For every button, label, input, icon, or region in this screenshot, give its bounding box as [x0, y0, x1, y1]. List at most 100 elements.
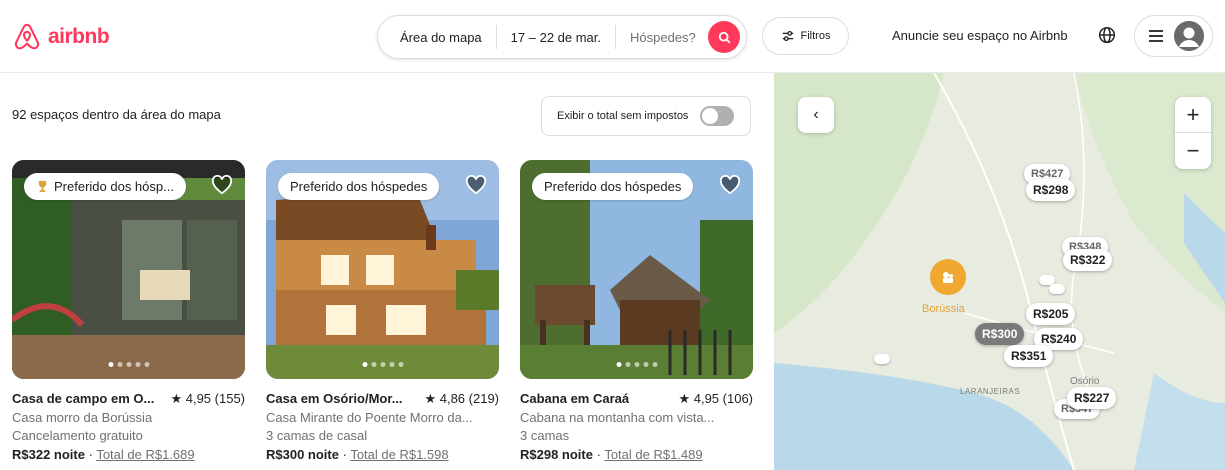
price-pin[interactable]: R$205	[1026, 303, 1076, 325]
place-label: Osório	[1070, 376, 1100, 387]
heart-icon[interactable]	[719, 175, 741, 195]
pagination-dot[interactable]	[652, 362, 657, 367]
nightly-price: R$300 noite	[266, 447, 339, 462]
price-pin[interactable]: R$322	[1063, 249, 1113, 271]
pagination-dot[interactable]	[371, 362, 376, 367]
total-price-link[interactable]: Total de R$1.598	[350, 447, 448, 462]
price-separator: ·	[338, 447, 351, 462]
listing-title[interactable]: Casa de campo em O...	[12, 391, 154, 407]
pagination-dot[interactable]	[398, 362, 403, 367]
listing-photo[interactable]: Preferido dos hóspedes	[520, 160, 753, 379]
logo-text: airbnb	[48, 25, 110, 48]
chevron-left-icon: ‹	[813, 106, 819, 123]
menu-icon	[1149, 30, 1163, 42]
listing-card[interactable]: Preferido dos hósp... Casa de campo em O…	[12, 160, 245, 462]
pagination-dot[interactable]	[643, 362, 648, 367]
price-pin[interactable]: R$227	[1067, 387, 1117, 409]
trophy-icon	[38, 180, 47, 193]
map-cluster-marker[interactable]	[874, 354, 890, 364]
map-zoom-controls: + −	[1175, 97, 1211, 169]
nightly-price: R$298 noite	[520, 447, 593, 462]
airbnb-logo[interactable]: airbnb	[12, 22, 110, 52]
map-collapse-button[interactable]: ‹	[798, 97, 834, 133]
listing-price: R$300 noite · Total de R$1.598	[266, 447, 499, 462]
filters-button[interactable]: Filtros	[762, 17, 849, 55]
listing-subtitle: Cabana na montanha com vista...	[520, 410, 715, 425]
price-separator: ·	[592, 447, 605, 462]
poi-marker-icon[interactable]	[930, 259, 966, 295]
listing-photo[interactable]: Preferido dos hóspedes	[266, 160, 499, 379]
listing-rating: ★ 4,95 (106)	[678, 391, 753, 406]
price-pin[interactable]: R$298	[1026, 179, 1076, 201]
search-submit-button[interactable]	[708, 21, 740, 53]
badge-label: Preferido dos hóspedes	[290, 179, 428, 194]
listing-detail: 3 camas de casal	[266, 428, 368, 443]
photo-pagination	[362, 362, 403, 367]
listing-subtitle: Casa Mirante do Poente Morro da...	[266, 410, 473, 425]
guest-favorite-badge: Preferido dos hóspedes	[532, 173, 694, 200]
pagination-dot[interactable]	[126, 362, 131, 367]
listing-price: R$298 noite · Total de R$1.489	[520, 447, 753, 462]
search-area-button[interactable]: Área do mapa	[378, 25, 496, 49]
total-price-link[interactable]: Total de R$1.689	[96, 447, 194, 462]
tax-toggle-switch[interactable]	[700, 106, 735, 126]
pagination-dot[interactable]	[135, 362, 140, 367]
guest-favorite-badge: Preferido dos hóspedes	[278, 173, 440, 200]
guest-favorite-badge: Preferido dos hósp...	[24, 173, 186, 200]
place-label: LARANJEIRAS	[960, 387, 1021, 396]
sliders-icon	[782, 30, 793, 42]
host-link[interactable]: Anuncie seu espaço no Airbnb	[892, 28, 1068, 43]
pagination-dot[interactable]	[362, 362, 367, 367]
pagination-dot[interactable]	[625, 362, 630, 367]
listing-title[interactable]: Casa em Osório/Mor...	[266, 391, 403, 407]
listing-price: R$322 noite · Total de R$1.689	[12, 447, 245, 462]
airbnb-logo-icon	[14, 23, 40, 50]
photo-pagination	[108, 362, 149, 367]
tax-toggle-label: Exibir o total sem impostos	[557, 110, 689, 122]
listing-photo[interactable]: Preferido dos hósp...	[12, 160, 245, 379]
price-pin[interactable]: R$351	[1004, 345, 1054, 367]
listing-card[interactable]: Preferido dos hóspedes Casa em Osório/Mo…	[266, 160, 499, 462]
total-price-link[interactable]: Total de R$1.489	[604, 447, 702, 462]
price-pin-selected[interactable]: R$300	[975, 323, 1025, 345]
listing-detail: Cancelamento gratuito	[12, 428, 143, 443]
map-panel[interactable]: ‹ + − Borússia LARANJEIRAS Osório R$427 …	[774, 73, 1225, 470]
price-separator: ·	[84, 447, 97, 462]
zoom-out-button[interactable]: −	[1175, 133, 1211, 169]
heart-icon[interactable]	[211, 175, 233, 195]
pagination-dot[interactable]	[108, 362, 113, 367]
results-count: 92 espaços dentro da área do mapa	[12, 107, 221, 122]
listing-card[interactable]: Preferido dos hóspedes Cabana em Caraá ★…	[520, 160, 753, 462]
listing-rating: ★ 4,95 (155)	[170, 391, 245, 406]
globe-icon[interactable]	[1098, 26, 1116, 44]
listing-subtitle: Casa morro da Borússia	[12, 410, 153, 425]
listing-detail: 3 camas	[520, 428, 570, 443]
search-guests-button[interactable]: Hóspedes?	[616, 25, 706, 49]
heart-icon[interactable]	[465, 175, 487, 195]
pagination-dot[interactable]	[117, 362, 122, 367]
user-icon	[1174, 21, 1204, 51]
badge-label: Preferido dos hóspedes	[544, 179, 682, 194]
pagination-dot[interactable]	[389, 362, 394, 367]
poi-label: Borússia	[922, 303, 965, 315]
search-icon	[718, 31, 730, 43]
search-dates-button[interactable]: 17 – 22 de mar.	[497, 25, 615, 49]
filters-label: Filtros	[800, 30, 831, 42]
photo-pagination	[616, 362, 657, 367]
tax-toggle[interactable]: Exibir o total sem impostos	[541, 96, 751, 136]
avatar	[1174, 21, 1204, 51]
badge-label: Preferido dos hósp...	[54, 179, 174, 194]
user-menu-button[interactable]	[1134, 15, 1213, 57]
nightly-price: R$322 noite	[12, 447, 85, 462]
landmark-icon	[943, 272, 953, 283]
pagination-dot[interactable]	[634, 362, 639, 367]
top-header: airbnb Área do mapa 17 – 22 de mar. Hósp…	[0, 0, 1225, 73]
pagination-dot[interactable]	[616, 362, 621, 367]
search-bar[interactable]: Área do mapa 17 – 22 de mar. Hóspedes?	[377, 15, 747, 59]
map-background	[774, 73, 1225, 470]
listing-title[interactable]: Cabana em Caraá	[520, 391, 629, 407]
zoom-in-button[interactable]: +	[1175, 97, 1211, 133]
map-cluster-marker[interactable]	[1049, 284, 1065, 294]
pagination-dot[interactable]	[380, 362, 385, 367]
pagination-dot[interactable]	[144, 362, 149, 367]
